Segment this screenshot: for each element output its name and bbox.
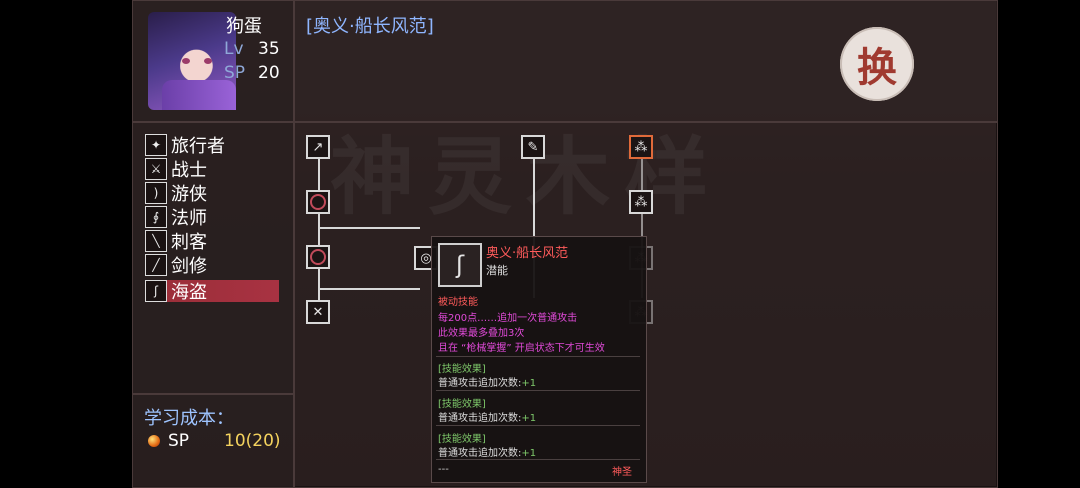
- class-item-label: 战士: [171, 160, 207, 181]
- effect-value: +1: [521, 378, 537, 389]
- sp-orb-icon: [148, 435, 160, 447]
- class-item-swordsman[interactable]: ╱ 剑修: [145, 254, 279, 277]
- player-name: 狗蛋: [226, 16, 262, 37]
- divider: [436, 390, 640, 391]
- class-item-label: 游侠: [171, 184, 207, 205]
- tooltip-skill-category: 潜能: [486, 264, 508, 277]
- tree-connector: [318, 288, 420, 290]
- cost-sp-label: SP: [168, 431, 190, 451]
- effect-title: [技能效果]: [438, 399, 486, 410]
- hook-icon: ʃ: [438, 243, 482, 287]
- warrior-icon: ⚔: [145, 158, 167, 180]
- skill-node[interactable]: ✎: [521, 135, 545, 159]
- avatar-eye: [182, 58, 190, 64]
- effect-value: +1: [521, 448, 537, 459]
- tree-connector: [318, 158, 320, 300]
- avatar-eye: [204, 58, 212, 64]
- class-item-label: 法师: [171, 208, 207, 229]
- traveler-icon: ✦: [145, 134, 167, 156]
- level-label: Lv: [224, 39, 244, 59]
- effect-text: 普通攻击追加次数:: [438, 413, 522, 424]
- effect-line: 普通攻击追加次数:+1: [438, 409, 536, 424]
- tooltip-desc-line: 每200点……追加一次普通攻击: [438, 313, 578, 324]
- tooltip-rarity: 神圣: [612, 467, 632, 478]
- learn-cost-title: 学习成本：: [144, 408, 234, 429]
- sp-label: SP: [224, 63, 246, 83]
- class-item-warrior[interactable]: ⚔ 战士: [145, 158, 279, 181]
- sp-value: 20: [258, 63, 280, 83]
- skill-node[interactable]: ✕: [306, 300, 330, 324]
- selected-skill-title: [奥义·船长风范]: [306, 16, 434, 37]
- class-item-label: 旅行者: [171, 136, 225, 157]
- class-item-ranger[interactable]: ) 游侠: [145, 182, 279, 205]
- tree-connector: [318, 227, 420, 229]
- tooltip-footer-left: ---: [438, 464, 449, 475]
- class-item-assassin[interactable]: ╲ 刺客: [145, 230, 279, 253]
- divider: [436, 459, 640, 460]
- effect-title: [技能效果]: [438, 434, 486, 445]
- tooltip-desc-line: 且在 “枪械掌握” 开启状态下才可生效: [438, 343, 605, 354]
- skill-node[interactable]: [306, 190, 330, 214]
- dagger-icon: ╲: [145, 230, 167, 252]
- effect-value: +1: [521, 413, 537, 424]
- effect-text: 普通攻击追加次数:: [438, 378, 522, 389]
- class-item-label: 刺客: [171, 232, 207, 253]
- class-item-label: 海盗: [171, 282, 207, 303]
- bow-icon: ): [145, 182, 167, 204]
- tooltip-desc-line: 此效果最多叠加3次: [438, 328, 525, 339]
- class-item-label: 剑修: [171, 256, 207, 277]
- class-item-traveler[interactable]: ✦ 旅行者: [145, 134, 279, 157]
- divider: [436, 425, 640, 426]
- switch-button[interactable]: 换: [840, 27, 914, 101]
- effect-line: 普通攻击追加次数:+1: [438, 444, 536, 459]
- staff-icon: ∮: [145, 206, 167, 228]
- skill-node[interactable]: [306, 245, 330, 269]
- effect-line: 普通攻击追加次数:+1: [438, 374, 536, 389]
- level-value: 35: [258, 39, 280, 59]
- switch-button-label: 换: [857, 44, 897, 91]
- hook-icon: ʃ: [145, 280, 167, 302]
- background-watermark: 神灵木样: [330, 127, 723, 226]
- skill-node[interactable]: ⁂: [629, 135, 653, 159]
- tooltip-skill-type: 被动技能: [438, 297, 478, 308]
- class-item-pirate[interactable]: ʃ 海盗: [145, 280, 279, 303]
- divider: [436, 356, 640, 357]
- cost-sp-value: 10(20): [224, 431, 281, 451]
- skill-node[interactable]: ⁂: [629, 190, 653, 214]
- avatar-scarf: [162, 80, 236, 110]
- tooltip-skill-name: 奥义·船长风范: [486, 246, 569, 261]
- class-item-mage[interactable]: ∮ 法师: [145, 206, 279, 229]
- sword-icon: ╱: [145, 254, 167, 276]
- skill-node[interactable]: ↗: [306, 135, 330, 159]
- effect-text: 普通攻击追加次数:: [438, 448, 522, 459]
- effect-title: [技能效果]: [438, 364, 486, 375]
- avatar: [148, 12, 236, 110]
